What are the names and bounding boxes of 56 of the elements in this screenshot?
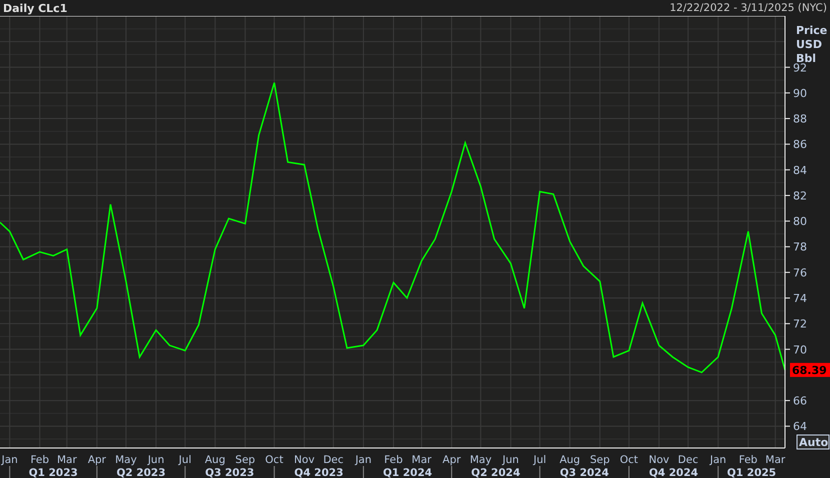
axis-tick-label: Nov (294, 454, 315, 466)
axis-tick-label: 74 (793, 292, 807, 306)
axis-tick-label: Mar (765, 454, 786, 466)
quarter-label: Q3 2023 (205, 467, 254, 478)
axis-tick-label: Oct (620, 454, 638, 466)
axis-tick-label: 64 (793, 420, 807, 434)
axis-tick-label: Jan (2, 454, 18, 466)
auto-scale-button[interactable]: Auto (796, 434, 830, 450)
axis-tick-label: Feb (738, 454, 758, 466)
axis-title: USD (796, 38, 822, 51)
axis-tick-label: Aug (560, 454, 580, 466)
axis-tick-label: 88 (793, 112, 807, 126)
axis-tick-label: 92 (793, 61, 807, 74)
axis-tick-label: Mar (412, 454, 432, 466)
quarter-label: Q4 2023 (294, 467, 344, 478)
axis-tick-label: Aug (204, 454, 226, 466)
date-range: 12/22/2022 - 3/11/2025 (NYC) (670, 2, 827, 14)
axis-tick-label: Apr (442, 454, 461, 466)
axis-tick-label: Jun (502, 454, 519, 466)
axis-tick-label: Feb (384, 454, 403, 466)
axis-tick-label: 66 (793, 394, 807, 408)
axis-tick-label: Jul (533, 454, 546, 466)
last-price-tag: 68.39 (790, 362, 830, 377)
axis-tick-label: Mar (56, 454, 77, 466)
quarter-label: Q1 2025 (727, 467, 776, 478)
axis-tick-label: 82 (793, 189, 807, 202)
axis-tick-label: Jun (148, 454, 164, 466)
axis-tick-label: Jan (355, 454, 372, 466)
quarter-label: Q1 2024 (382, 467, 432, 478)
axis-tick-label: Sep (590, 454, 610, 466)
axis-tick-label: Oct (265, 454, 284, 466)
axis-tick-label: May (115, 454, 137, 466)
chart-title: Daily CLc1 (3, 2, 68, 14)
axis-tick-label: 84 (793, 164, 807, 177)
axis-tick-label: Jan (710, 454, 726, 466)
axis-tick-label: Feb (30, 454, 50, 466)
quarter-label: Q2 2023 (116, 467, 166, 478)
axis-tick-label: 70 (793, 343, 807, 356)
axis-tick-label: 86 (793, 138, 807, 152)
axis-tick-label: Sep (235, 454, 256, 466)
axis-title: Price (796, 24, 828, 37)
axis-tick-label: 76 (793, 266, 807, 280)
axis-tick-label: Jul (178, 454, 192, 466)
quarter-label: Q2 2024 (471, 467, 520, 478)
quarter-label: Q1 2023 (28, 467, 78, 478)
axis-tick-label: Apr (88, 454, 106, 466)
axis-tick-label: May (470, 454, 492, 466)
axis-tick-label: 90 (793, 86, 807, 100)
quarter-label: Q3 2024 (560, 467, 609, 478)
axis-tick-label: 72 (793, 318, 807, 331)
axis-tick-label: Dec (678, 454, 698, 466)
axis-tick-label: 80 (793, 215, 807, 228)
axis-tick-label: Dec (323, 454, 344, 466)
axis-tick-label: Nov (648, 454, 670, 466)
axis-tick-label: 78 (793, 240, 807, 254)
quarter-label: Q4 2024 (648, 467, 698, 478)
